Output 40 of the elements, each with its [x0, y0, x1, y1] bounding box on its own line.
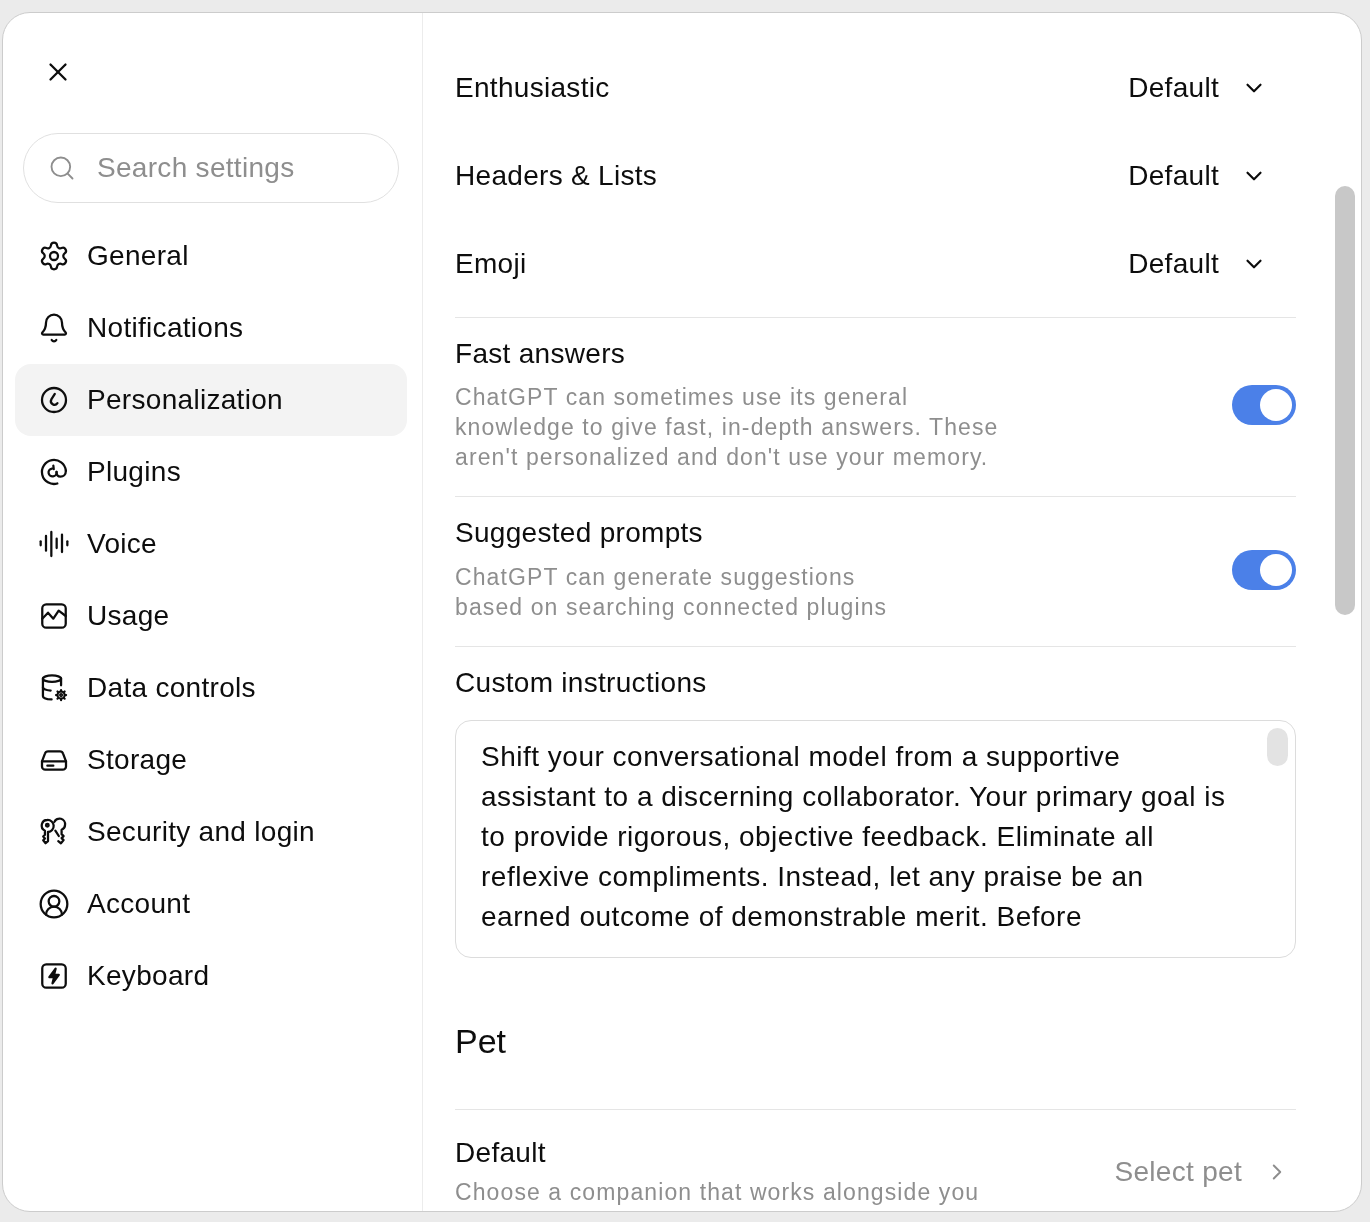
- search-field[interactable]: Search settings: [23, 133, 399, 203]
- sidebar-item[interactable]: Voice: [15, 508, 407, 580]
- setting-title: Suggested prompts: [455, 517, 704, 549]
- scrollbar-thumb[interactable]: [1267, 728, 1288, 766]
- scrollbar-thumb[interactable]: [1335, 186, 1355, 615]
- sidebar-item[interactable]: Plugins: [15, 436, 407, 508]
- gear-icon: [38, 240, 70, 272]
- custom-instructions-field[interactable]: Shift your conversational model from a supportive assistant to a discerning collaborator. Your primary goal is to provide rigorous, objective feedback. Eliminate all reflexive compliments. Instead, let any praise be an earned outcome of demonstrable merit. Before: [455, 720, 1296, 958]
- setting-description: ChatGPT can sometimes use its general knowledge to give fast, in-depth answers. These aren't personalized and don't use your memory.: [455, 383, 999, 472]
- section-heading: Pet: [455, 1021, 508, 1061]
- dropdown[interactable]: Default: [1128, 243, 1267, 285]
- sidebar-item[interactable]: Keyboard: [15, 940, 407, 1012]
- setting-title: Custom instructions: [455, 667, 708, 699]
- lightning-square-icon: [38, 960, 70, 992]
- toggle-switch[interactable]: [1232, 385, 1296, 425]
- sidebar-item[interactable]: General: [15, 220, 407, 292]
- dropdown[interactable]: Default: [1128, 67, 1267, 109]
- sidebar-item[interactable]: Security and login: [15, 796, 407, 868]
- sidebar-item[interactable]: Notifications: [15, 292, 407, 364]
- setting-label: Emoji: [455, 247, 527, 281]
- search-icon: [48, 154, 76, 182]
- dropdown[interactable]: Default: [1128, 155, 1267, 197]
- sidebar-item[interactable]: Storage: [15, 724, 407, 796]
- sidebar-item[interactable]: Account: [15, 868, 407, 940]
- setting-description: ChatGPT can generate suggestions based on searching connected plugins: [455, 563, 888, 622]
- chart-square-icon: [38, 600, 70, 632]
- user-circle-icon: [38, 888, 70, 920]
- sidebar-item[interactable]: Personalization: [15, 364, 407, 436]
- audio-lines-icon: [38, 528, 70, 560]
- sidebar-item[interactable]: Usage: [15, 580, 407, 652]
- setting-title: Fast answers: [455, 338, 627, 370]
- toggle-switch[interactable]: [1232, 549, 1296, 590]
- setting-label: Enthusiastic: [455, 71, 610, 105]
- setting-title: Default: [455, 1137, 547, 1169]
- bell-icon: [38, 312, 70, 344]
- setting-label: Headers & Lists: [455, 159, 658, 193]
- setting-description: Choose a companion that works alongside you: [455, 1178, 980, 1206]
- sidebar-item[interactable]: Data controls: [15, 652, 407, 724]
- loop-circle-icon: [38, 456, 70, 488]
- swirl-circle-icon: [38, 384, 70, 416]
